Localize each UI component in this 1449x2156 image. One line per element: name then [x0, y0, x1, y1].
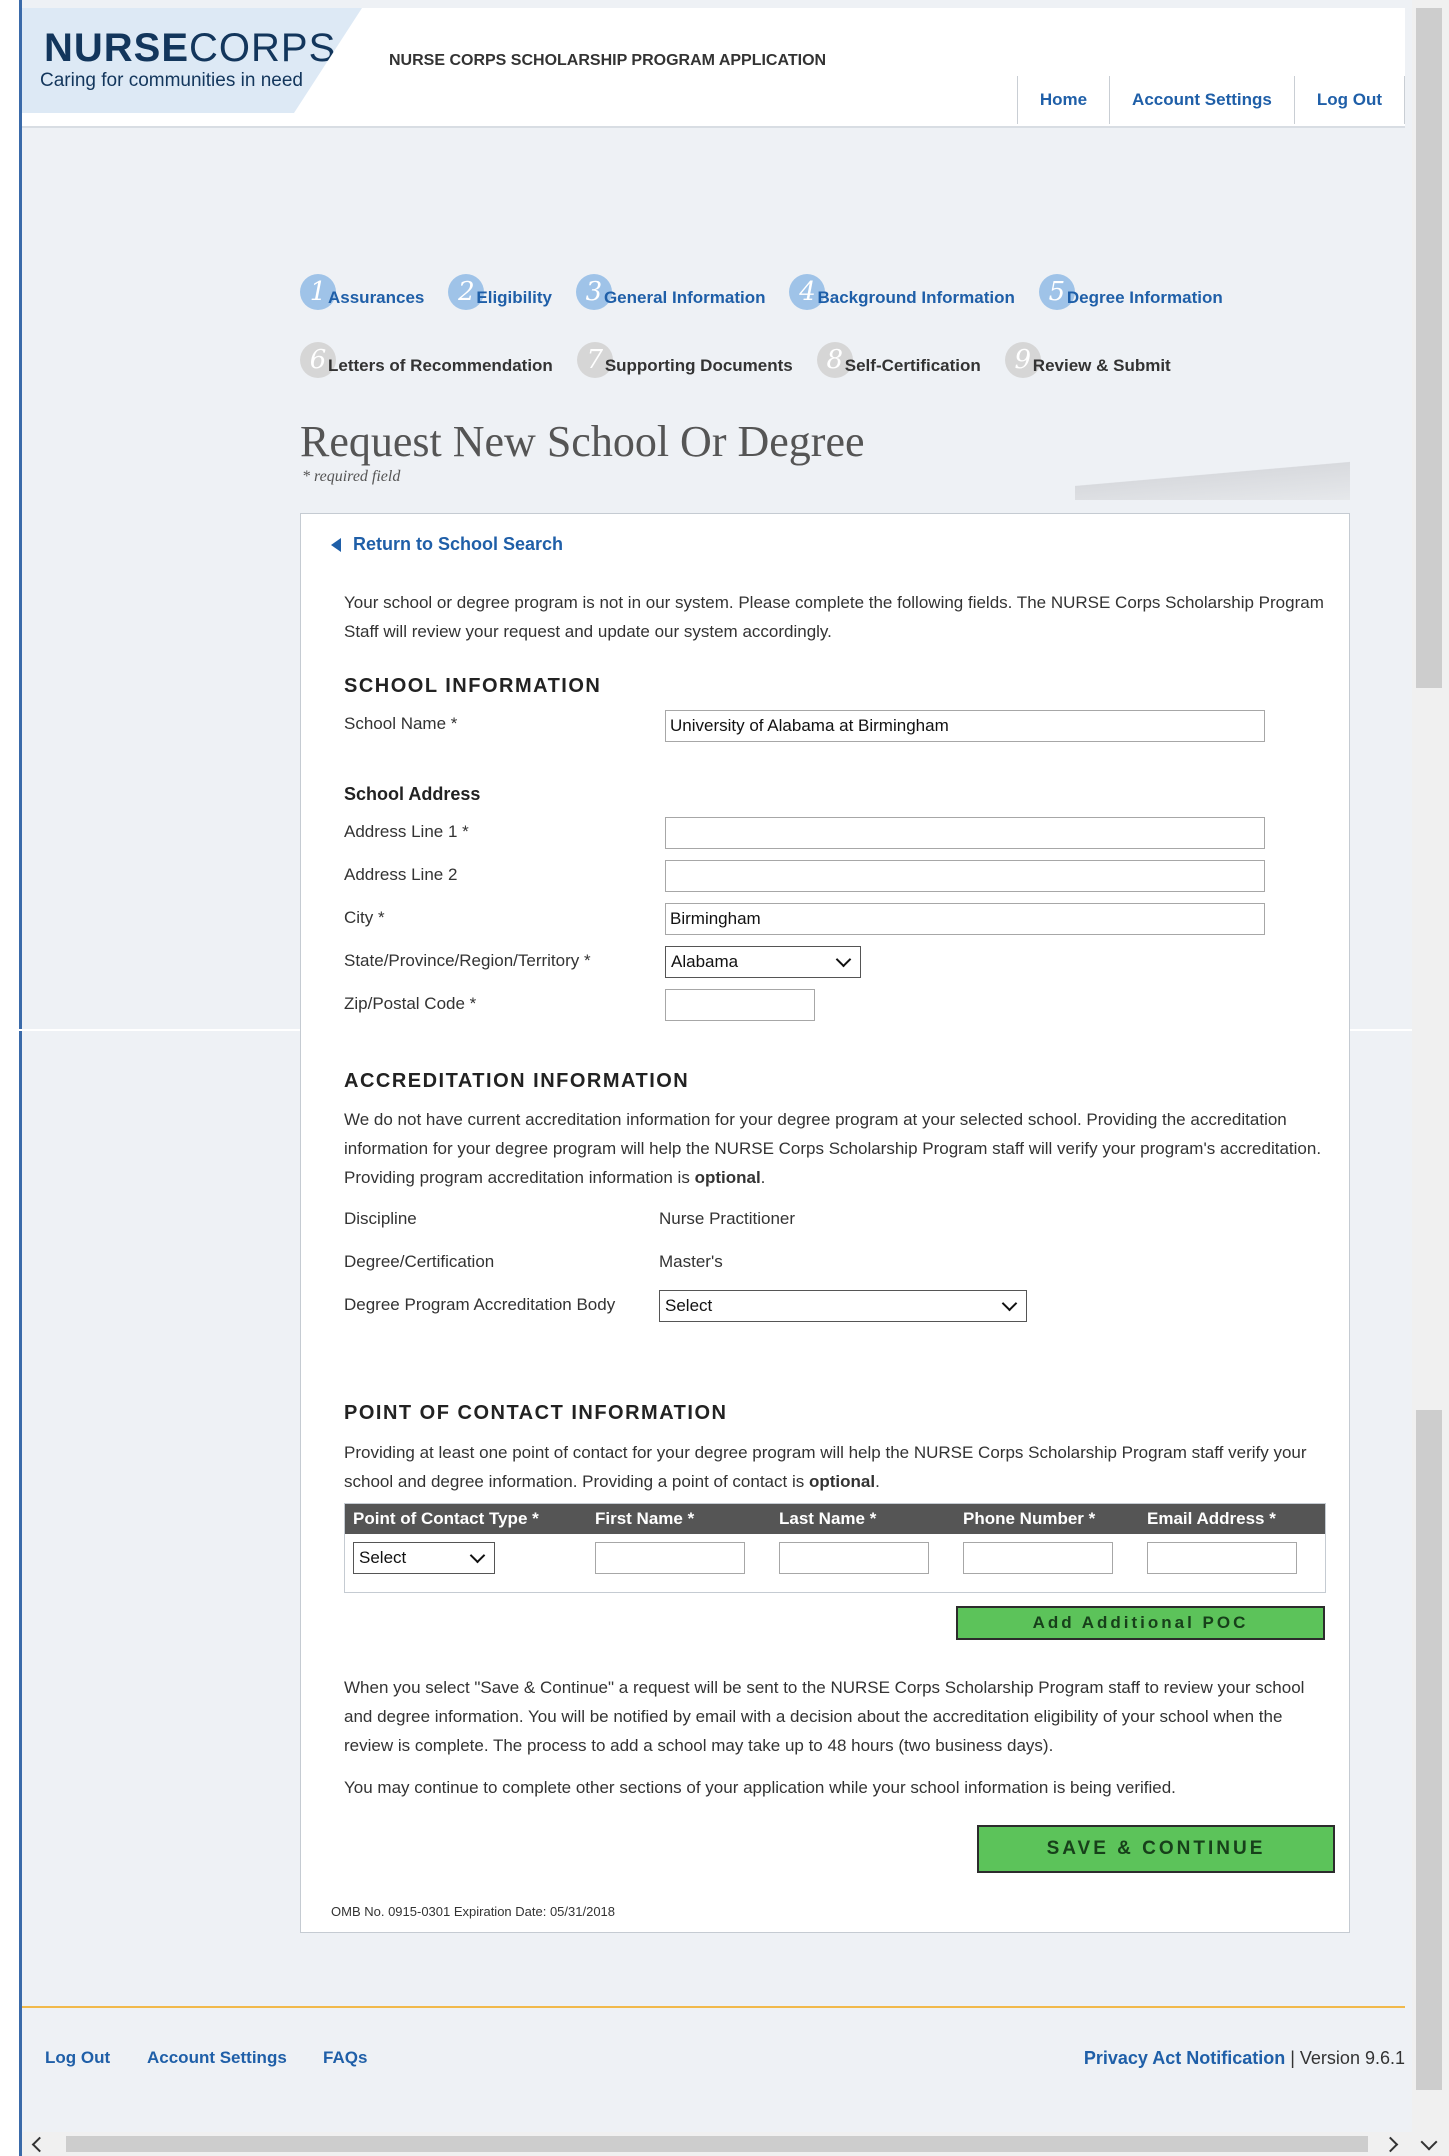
logo-tagline: Caring for communities in need	[40, 70, 303, 91]
step-label: Assurances	[328, 288, 425, 307]
poc-type-value: Select	[359, 1548, 407, 1567]
poc-text: Providing at least one point of contact …	[344, 1443, 1307, 1491]
footer-log-out-link[interactable]: Log Out	[45, 2048, 110, 2068]
poc-phone-input[interactable]	[963, 1542, 1113, 1574]
degree-value: Master's	[659, 1252, 723, 1271]
col-poc-type: Point of Contact Type *	[353, 1509, 539, 1528]
privacy-act-link[interactable]: Privacy Act Notification	[1084, 2048, 1285, 2068]
poc-table-header: Point of Contact Type * First Name * Las…	[345, 1504, 1325, 1534]
state-select[interactable]: Alabama	[665, 946, 861, 978]
logo-wordmark: NURSECORPS	[44, 26, 337, 70]
address-line-2-input[interactable]	[665, 860, 1265, 892]
step-letters-of-recommendation: 6 Letters of Recommendation	[300, 338, 553, 378]
left-frame-border	[0, 0, 22, 1030]
col-first-name: First Name *	[595, 1509, 695, 1528]
closing-text: When you select "Save & Continue" a requ…	[344, 1678, 1305, 1755]
poc-heading: POINT OF CONTACT INFORMATION	[344, 1402, 728, 1424]
school-address-heading: School Address	[344, 784, 481, 804]
step-assurances[interactable]: 1 Assurances	[300, 270, 424, 310]
chevron-down-icon	[1001, 1295, 1018, 1312]
nav-account-settings-link[interactable]: Account Settings	[1109, 76, 1294, 124]
step-label: Supporting Documents	[604, 356, 793, 375]
poc-first-name-input[interactable]	[595, 1542, 745, 1574]
back-arrow-icon	[331, 537, 341, 552]
step-review-submit: 9 Review & Submit	[1004, 338, 1171, 378]
school-name-label: School Name *	[344, 714, 458, 733]
left-frame-border-lower	[0, 1031, 22, 2156]
school-info-heading: SCHOOL INFORMATION	[344, 675, 602, 697]
scroll-thumb-upper[interactable]	[1416, 8, 1442, 688]
scroll-right-icon[interactable]	[1382, 2136, 1399, 2153]
step-general-information[interactable]: 3 General Information	[575, 270, 766, 310]
paper-decoration	[1075, 460, 1350, 500]
application-steps: 1 Assurances 2 Eligibility 3 General Inform…	[300, 270, 1300, 406]
step-eligibility[interactable]: 2 Eligibility	[448, 270, 552, 310]
step-label: Self-Certification	[844, 356, 981, 375]
vertical-scrollbar[interactable]	[1412, 0, 1449, 2156]
step-label: General Information	[603, 288, 766, 307]
discipline-label: Discipline	[344, 1209, 417, 1228]
version-text: | Version 9.6.1	[1285, 2048, 1405, 2068]
state-label: State/Province/Region/Territory *	[344, 951, 591, 970]
nurse-corps-logo[interactable]: NURSECORPS Caring for communities in nee…	[22, 8, 362, 113]
step-label: Degree Information	[1066, 288, 1223, 307]
top-nav: Home Account Settings Log Out	[1016, 76, 1405, 124]
accreditation-body-value: Select	[665, 1296, 713, 1315]
poc-type-select[interactable]: Select	[353, 1542, 495, 1574]
poc-table: Point of Contact Type * First Name * Las…	[344, 1503, 1326, 1593]
scroll-down-icon[interactable]	[1420, 2133, 1438, 2151]
accreditation-text: We do not have current accreditation inf…	[344, 1110, 1322, 1187]
step-background-information[interactable]: 4 Background Information	[789, 270, 1015, 310]
site-header: NURSECORPS Caring for communities in nee…	[22, 8, 1405, 128]
horizontal-scroll-thumb[interactable]	[66, 2136, 1368, 2152]
step-label: Eligibility	[476, 288, 552, 307]
accreditation-body-select[interactable]: Select	[659, 1290, 1027, 1322]
nav-home-link[interactable]: Home	[1016, 76, 1109, 124]
step-degree-information[interactable]: 5 Degree Information	[1038, 270, 1223, 310]
col-phone: Phone Number *	[963, 1509, 1096, 1528]
step-supporting-documents: 7 Supporting Documents	[576, 338, 793, 378]
chevron-down-icon	[835, 951, 852, 968]
required-field-note: * required field	[302, 468, 401, 485]
horizontal-scrollbar[interactable]	[22, 2132, 1412, 2156]
accreditation-body-label: Degree Program Accreditation Body	[344, 1295, 616, 1314]
col-email: Email Address *	[1147, 1509, 1276, 1528]
scroll-left-icon[interactable]	[31, 2136, 48, 2153]
app-title: NURSE CORPS SCHOLARSHIP PROGRAM APPLICAT…	[389, 52, 827, 69]
zip-input[interactable]	[665, 989, 815, 1021]
back-link-label: Return to School Search	[353, 534, 564, 554]
discipline-value: Nurse Practitioner	[659, 1209, 796, 1228]
school-name-input[interactable]	[665, 710, 1265, 742]
step-label: Review & Submit	[1032, 356, 1171, 375]
address-line-2-label: Address Line 2	[344, 865, 458, 884]
save-continue-button[interactable]: SAVE & CONTINUE	[977, 1825, 1335, 1873]
address-line-1-input[interactable]	[665, 817, 1265, 849]
city-label: City *	[344, 908, 385, 927]
request-form-card: Return to School Search Your school or d…	[300, 513, 1350, 1933]
poc-email-input[interactable]	[1147, 1542, 1297, 1574]
step-self-certification: 8 Self-Certification	[816, 338, 981, 378]
col-last-name: Last Name *	[779, 1509, 877, 1528]
degree-label: Degree/Certification	[344, 1252, 495, 1271]
nav-log-out-link[interactable]: Log Out	[1293, 76, 1405, 124]
omb-notice: OMB No. 0915-0301 Expiration Date: 05/31…	[331, 1904, 616, 1919]
closing-note: You may continue to complete other secti…	[344, 1778, 1176, 1797]
zip-label: Zip/Postal Code *	[344, 994, 477, 1013]
step-label: Background Information	[817, 288, 1015, 307]
address-line-1-label: Address Line 1 *	[344, 822, 469, 841]
chevron-down-icon	[469, 1547, 486, 1564]
footer-account-settings-link[interactable]: Account Settings	[147, 2048, 287, 2068]
footer-version: Privacy Act Notification | Version 9.6.1	[1084, 2048, 1405, 2069]
return-to-school-search-link[interactable]: Return to School Search	[331, 534, 563, 555]
add-additional-poc-button[interactable]: Add Additional POC	[956, 1606, 1325, 1640]
city-input[interactable]	[665, 903, 1265, 935]
intro-text: Your school or degree program is not in …	[344, 593, 1324, 641]
scroll-thumb-lower[interactable]	[1416, 1410, 1442, 2090]
footer-faqs-link[interactable]: FAQs	[323, 2048, 367, 2068]
page-title: Request New School Or Degree	[300, 417, 865, 466]
step-label: Letters of Recommendation	[328, 356, 553, 375]
accreditation-heading: ACCREDITATION INFORMATION	[344, 1070, 690, 1092]
poc-last-name-input[interactable]	[779, 1542, 929, 1574]
state-select-value: Alabama	[671, 952, 739, 971]
